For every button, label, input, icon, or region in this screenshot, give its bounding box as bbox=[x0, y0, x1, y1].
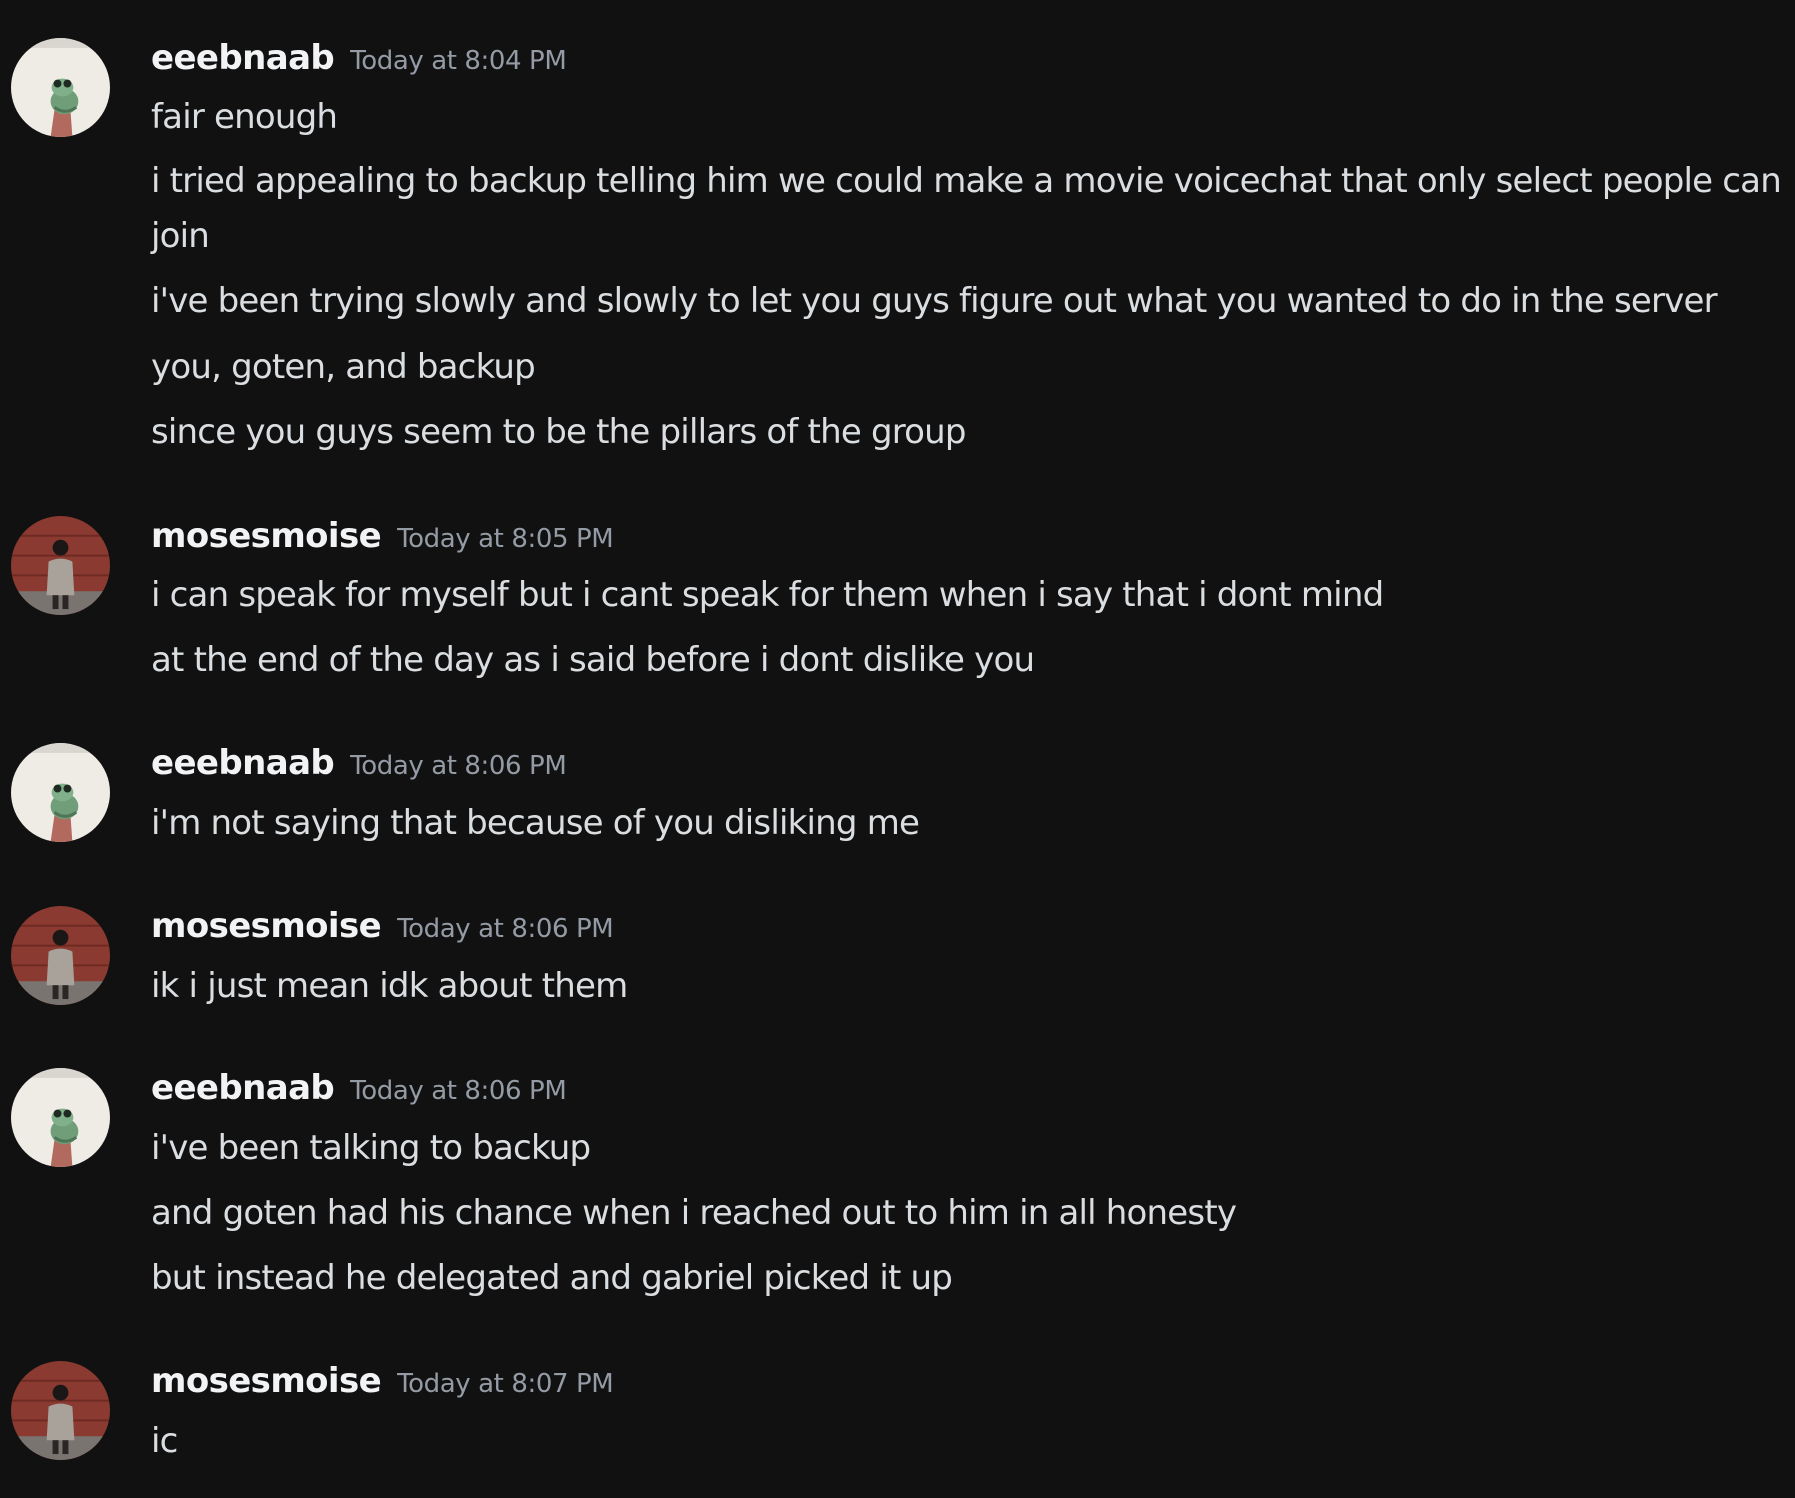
username[interactable]: eeebnaab bbox=[151, 1068, 335, 1108]
timestamp[interactable]: Today at 8:06 PM bbox=[350, 751, 567, 781]
frog-avatar-icon[interactable] bbox=[11, 38, 110, 137]
message-text: fair enough bbox=[151, 97, 338, 137]
message-header: mosesmoise Today at 8:07 PM bbox=[151, 1361, 614, 1411]
message-text: ik i just mean idk about them bbox=[151, 966, 628, 1006]
timestamp[interactable]: Today at 8:06 PM bbox=[397, 914, 614, 944]
username[interactable]: mosesmoise bbox=[151, 516, 382, 556]
username[interactable]: eeebnaab bbox=[151, 743, 335, 783]
message-text: i tried appealing to backup telling him … bbox=[151, 161, 1782, 256]
message-text: and goten had his chance when i reached … bbox=[151, 1193, 1237, 1233]
timestamp[interactable]: Today at 8:05 PM bbox=[397, 524, 614, 554]
username[interactable]: eeebnaab bbox=[151, 38, 335, 78]
person-avatar-icon[interactable] bbox=[11, 516, 110, 615]
message-text: ic bbox=[151, 1421, 178, 1461]
frog-avatar-icon[interactable] bbox=[11, 743, 110, 842]
message-header: mosesmoise Today at 8:05 PM bbox=[151, 516, 614, 566]
username[interactable]: mosesmoise bbox=[151, 1361, 382, 1401]
message-text: i've been talking to backup bbox=[151, 1128, 591, 1168]
timestamp[interactable]: Today at 8:07 PM bbox=[397, 1369, 614, 1399]
message-text: since you guys seem to be the pillars of… bbox=[151, 412, 967, 452]
frog-avatar-icon[interactable] bbox=[11, 1068, 110, 1167]
message-header: eeebnaab Today at 8:04 PM bbox=[151, 38, 567, 88]
message-text: at the end of the day as i said before i… bbox=[151, 640, 1035, 680]
message-text: i can speak for myself but i cant speak … bbox=[151, 575, 1384, 615]
username[interactable]: mosesmoise bbox=[151, 906, 382, 946]
chat-message-list: eeebnaab Today at 8:04 PM fair enough i t… bbox=[0, 0, 1795, 1498]
message-text: i've been trying slowly and slowly to le… bbox=[151, 281, 1718, 321]
message-header: eeebnaab Today at 8:06 PM bbox=[151, 743, 567, 793]
timestamp[interactable]: Today at 8:06 PM bbox=[350, 1076, 567, 1106]
message-text: i'm not saying that because of you disli… bbox=[151, 803, 920, 843]
person-avatar-icon[interactable] bbox=[11, 1361, 110, 1460]
person-avatar-icon[interactable] bbox=[11, 906, 110, 1005]
message-text: but instead he delegated and gabriel pic… bbox=[151, 1258, 953, 1298]
message-header: eeebnaab Today at 8:06 PM bbox=[151, 1068, 567, 1118]
message-text: you, goten, and backup bbox=[151, 347, 536, 387]
message-header: mosesmoise Today at 8:06 PM bbox=[151, 906, 614, 956]
timestamp[interactable]: Today at 8:04 PM bbox=[350, 46, 567, 76]
